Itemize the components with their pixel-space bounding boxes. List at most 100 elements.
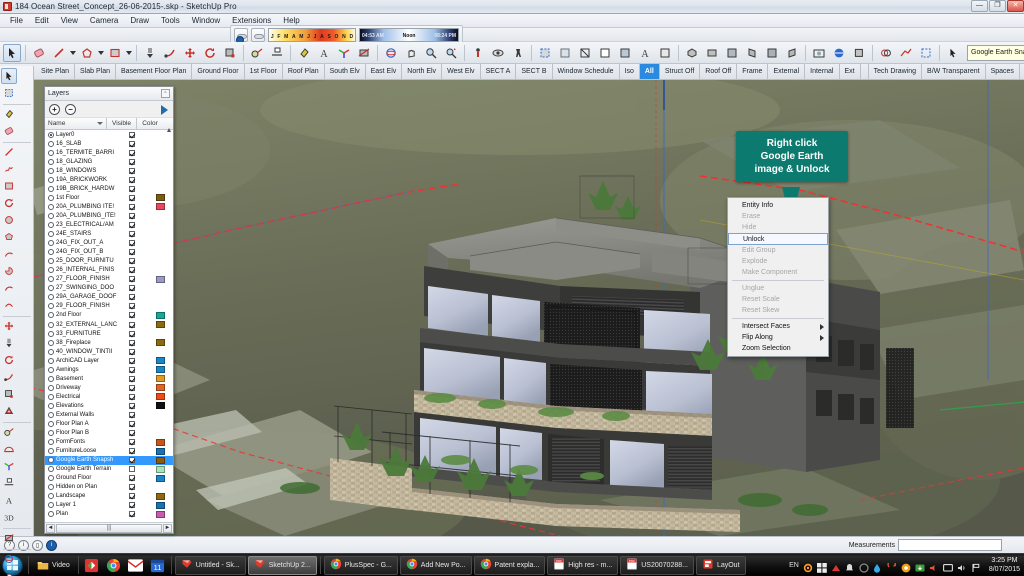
layer-visible-cell[interactable] (117, 312, 147, 319)
active-layer-radio[interactable] (48, 511, 54, 518)
palette-freehand-tool[interactable] (1, 161, 17, 177)
layer-visible-cell[interactable] (117, 330, 147, 337)
layer-row[interactable]: FormFonts (45, 438, 173, 447)
display-icon[interactable] (942, 560, 953, 572)
line-tool[interactable] (50, 44, 68, 62)
hidden-line-tool[interactable] (596, 44, 614, 62)
gear-icon[interactable] (803, 560, 813, 573)
layer-color-swatch[interactable] (155, 402, 165, 410)
active-layer-radio[interactable] (48, 203, 54, 210)
layer-visible-checkbox[interactable] (129, 249, 136, 256)
palette-three-point-arc-tool[interactable] (1, 297, 17, 313)
palette-protractor-tool[interactable] (1, 441, 17, 457)
layer-visible-checkbox[interactable] (129, 466, 136, 473)
active-layer-radio[interactable] (48, 430, 54, 437)
add-location-tool[interactable] (830, 44, 848, 62)
layer-visible-checkbox[interactable] (129, 185, 136, 192)
scale-tool[interactable] (221, 44, 239, 62)
active-layer-radio[interactable] (48, 185, 54, 192)
scene-tab-roof-plan[interactable]: Roof Plan (283, 64, 325, 79)
layer-visible-checkbox[interactable] (129, 439, 136, 446)
scene-tab-south-elv[interactable]: South Elv (325, 64, 366, 79)
measurements-input[interactable] (898, 539, 1002, 551)
layer-visible-checkbox[interactable] (129, 176, 136, 183)
layer-visible-cell[interactable] (117, 421, 147, 428)
layer-row[interactable]: 24G_FIX_OUT_B (45, 248, 173, 257)
scene-tab-roof-off[interactable]: Roof Off (700, 64, 738, 79)
remove-layer-button[interactable]: − (65, 103, 76, 115)
layer-visible-cell[interactable] (117, 348, 147, 355)
help-icon[interactable]: i (46, 539, 57, 551)
layer-visible-cell[interactable] (117, 185, 147, 192)
layer-visible-cell[interactable] (117, 294, 147, 301)
layer-color-cell[interactable] (147, 321, 173, 328)
layer-color-swatch[interactable] (155, 339, 165, 347)
layer-color-swatch[interactable] (155, 194, 165, 202)
layer-color-swatch[interactable] (155, 510, 165, 518)
active-layer-radio[interactable] (48, 348, 54, 355)
layer-row[interactable]: 20A_PLUMBING_ITE! (45, 211, 173, 220)
photo-match-tool[interactable] (810, 44, 828, 62)
layer-visible-checkbox[interactable] (129, 339, 136, 346)
taskbar-task-1[interactable]: SketchUp 2... (247, 555, 317, 575)
layer-color-swatch[interactable] (155, 357, 165, 365)
layer-visible-checkbox[interactable] (129, 502, 136, 509)
layer-color-cell[interactable] (147, 474, 173, 482)
layer-color-cell[interactable] (147, 492, 173, 500)
layer-row[interactable]: 1st Floor (45, 193, 173, 202)
scene-tab-ext[interactable]: Ext (840, 64, 861, 79)
active-layer-radio[interactable] (48, 484, 54, 491)
active-layer-radio[interactable] (48, 249, 54, 256)
context-menu-item-unlock[interactable]: Unlock (728, 233, 828, 245)
layer-color-swatch[interactable] (155, 384, 165, 392)
layer-visible-checkbox[interactable] (129, 158, 136, 165)
shadow-date-slider[interactable]: JFMAMJJASOND (268, 28, 356, 42)
layer-visible-cell[interactable] (117, 194, 147, 201)
scene-tab-external[interactable]: External (768, 64, 806, 79)
layer-row[interactable]: Electrical (45, 392, 173, 401)
layer-visible-cell[interactable] (117, 475, 147, 482)
layer-visible-cell[interactable] (117, 203, 147, 210)
hscroll-thumb[interactable]: ||| (56, 523, 162, 533)
orbit-tool[interactable] (382, 44, 400, 62)
scene-tab-b-w-transparent[interactable]: B/W Transparent (922, 64, 986, 79)
palette-paint-bucket-tool[interactable] (1, 106, 17, 122)
layer-row[interactable]: 16_SLAB (45, 139, 173, 148)
pushpull-tool[interactable] (141, 44, 159, 62)
layer-color-cell[interactable] (147, 456, 173, 464)
scene-tab-1st-floor[interactable]: 1st Floor (245, 64, 283, 79)
scene-tab-internal[interactable]: Internal (805, 64, 840, 79)
layer-visible-checkbox[interactable] (129, 131, 136, 138)
shadow-time-slider[interactable]: 04:53 AM Noon 08:24 PM (359, 28, 459, 42)
taskbar-task-7[interactable]: LayOut (695, 555, 746, 575)
layer-visible-cell[interactable] (117, 384, 147, 391)
zoom-extents-tool[interactable] (442, 44, 460, 62)
zoom-tool[interactable] (422, 44, 440, 62)
layer-row[interactable]: Plan (45, 510, 173, 519)
layer-row[interactable]: Floor Plan A (45, 420, 173, 429)
taskbar-task-6[interactable]: PDF US20070288... (620, 555, 694, 575)
menu-item-tools[interactable]: Tools (155, 15, 186, 26)
move-tool[interactable] (181, 44, 199, 62)
hscroll-right-arrow[interactable]: ► (163, 523, 172, 533)
layer-color-swatch[interactable] (155, 321, 165, 328)
layer-color-cell[interactable] (147, 194, 173, 202)
layer-row[interactable]: 18_WINDOWS (45, 166, 173, 175)
layer-row[interactable]: 27_FLOOR_FINISH (45, 275, 173, 284)
layer-selector-dropdown[interactable]: Google Earth Snapshot (967, 44, 1024, 61)
scene-tab-ground-floor[interactable]: Ground Floor (192, 64, 245, 79)
paint-bucket-tool[interactable] (295, 44, 313, 62)
scene-tab-spaces[interactable]: Spaces (986, 64, 1020, 79)
palette-three-d-text-tool[interactable]: 3D (1, 509, 17, 525)
active-layer-radio[interactable] (48, 384, 54, 391)
pan-tool[interactable] (402, 44, 420, 62)
layer-visible-cell[interactable] (117, 493, 147, 500)
layer-visible-checkbox[interactable] (129, 276, 136, 283)
scene-tab-site-plan[interactable]: Site Plan (36, 64, 76, 79)
layer-visible-cell[interactable] (117, 457, 147, 464)
layer-row[interactable]: 29A_GARAGE_DOOF (45, 293, 173, 302)
toggle-terrain-tool[interactable] (850, 44, 868, 62)
maximize-button[interactable]: ❐ (989, 0, 1006, 12)
volume-icon[interactable] (929, 560, 939, 571)
layer-row[interactable]: Landscape (45, 492, 173, 501)
